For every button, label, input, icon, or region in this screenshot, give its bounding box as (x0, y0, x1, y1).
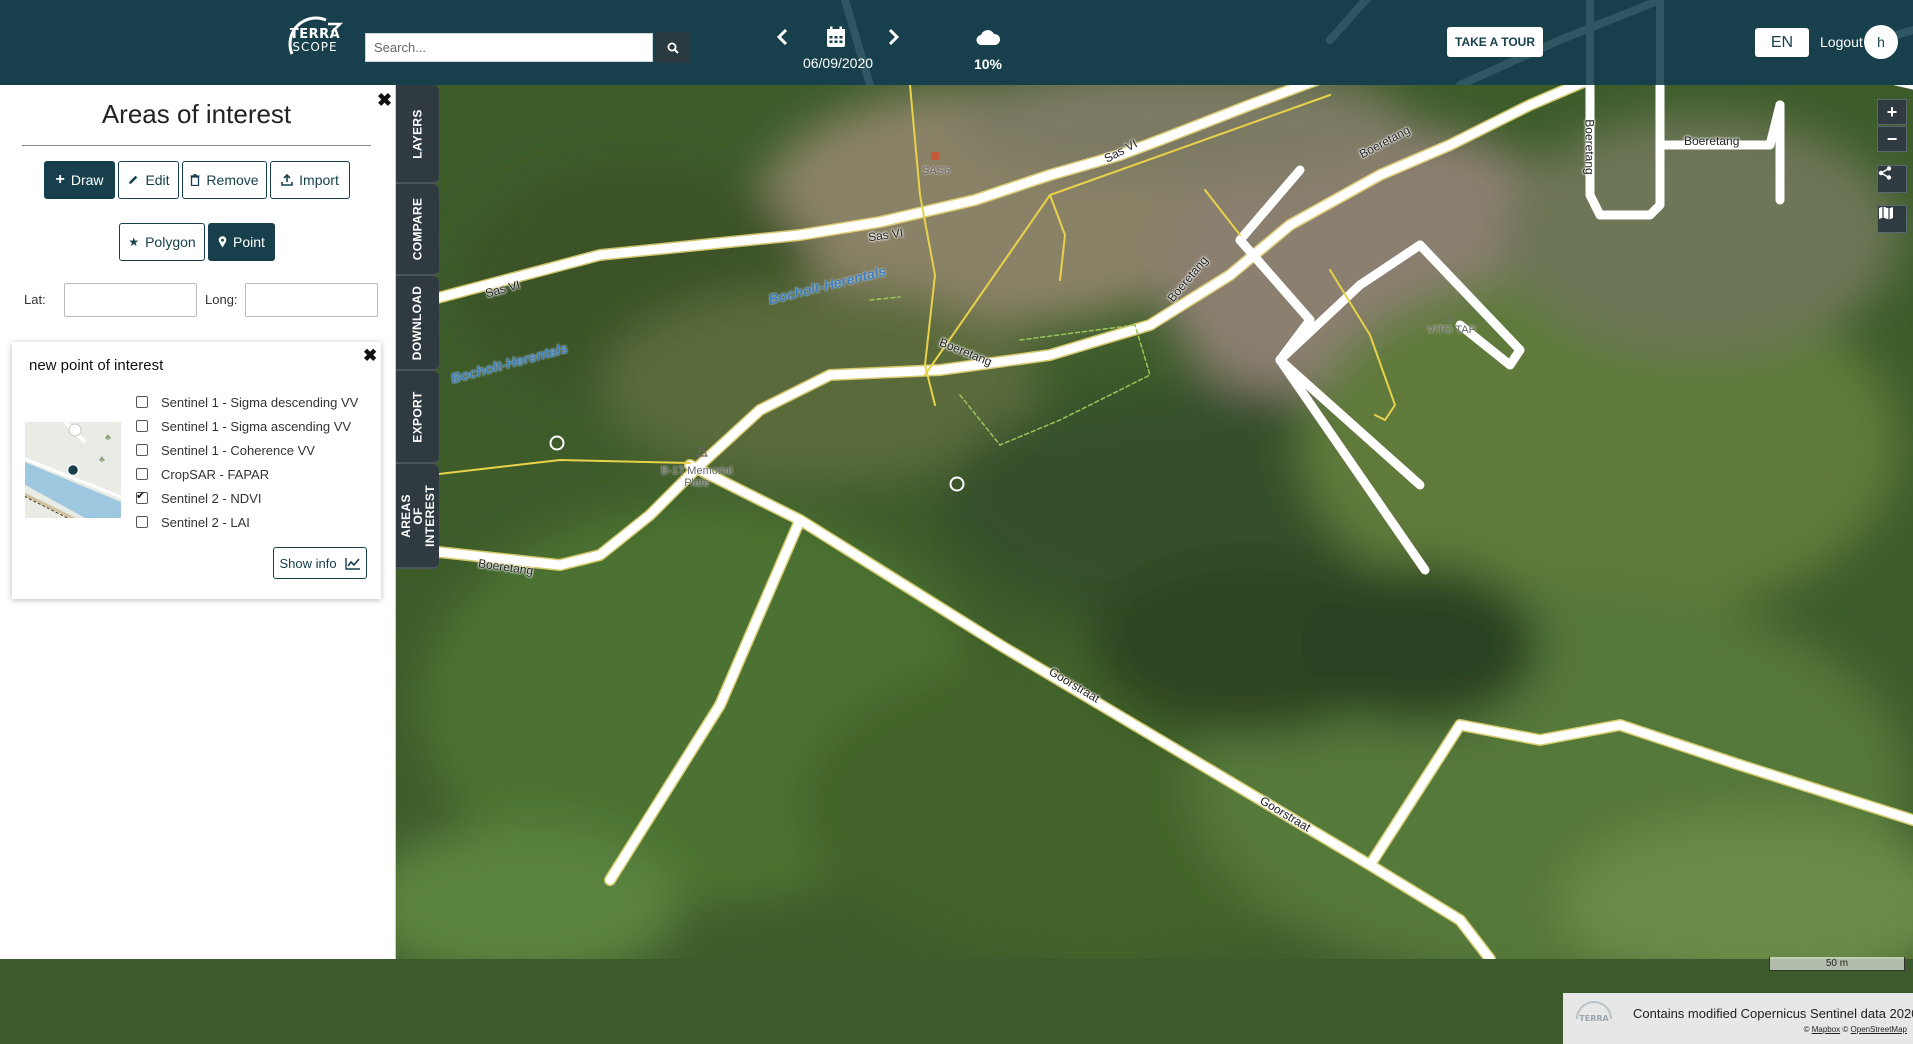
layer-checkbox[interactable] (136, 444, 148, 456)
chevron-left-icon (776, 28, 788, 46)
lat-label: Lat: (24, 292, 46, 307)
share-icon (1878, 166, 1892, 180)
layer-checkbox[interactable] (136, 396, 148, 408)
calendar-icon (827, 26, 845, 47)
divider (22, 145, 371, 146)
show-info-button[interactable]: Show info (273, 547, 367, 579)
layer-checkbox[interactable] (136, 420, 148, 432)
map-label-boeretang: Boeretang (1582, 119, 1597, 175)
terrascope-logo-icon: TERRA (1576, 1001, 1612, 1023)
attribution-links: © Mapbox © OpenStreetMap (1803, 1025, 1907, 1034)
layer-row[interactable]: Sentinel 2 - LAI (136, 513, 250, 531)
basemap-button[interactable] (1877, 205, 1907, 233)
layer-row[interactable]: CropSAR - FAPAR (136, 465, 269, 483)
previous-date-button[interactable] (772, 26, 792, 48)
search-button[interactable] (656, 32, 690, 63)
search-input[interactable] (365, 33, 653, 62)
logout-link[interactable]: Logout (1820, 34, 1863, 50)
map-icon (1879, 206, 1893, 220)
take-tour-button[interactable]: TAKE A TOUR (1447, 27, 1543, 57)
map-label-boeretang: Boeretang (1684, 134, 1740, 148)
chevron-right-icon (888, 28, 900, 46)
logo-line2: SCOPE (292, 40, 338, 54)
scale-bar: 50 m (1769, 957, 1905, 971)
cloud-cover-value: 10% (973, 56, 1003, 72)
top-bar: TERRA SCOPE 06/09/2020 10% TAKE A TOUR E… (0, 0, 1913, 85)
remove-button[interactable]: Remove (182, 161, 267, 199)
layer-checkbox[interactable] (136, 516, 148, 528)
tab-layers[interactable]: LAYERS (396, 85, 439, 184)
map-label-vito-tap: VITO TAP (1427, 324, 1476, 336)
search-icon (667, 42, 679, 54)
areas-of-interest-panel: ✖ Areas of interest + Draw Edit Remove Im… (0, 85, 396, 959)
panel-title: Areas of interest (101, 99, 292, 129)
upload-icon (281, 174, 293, 186)
layer-row[interactable]: Sentinel 1 - Sigma descending VV (136, 393, 358, 411)
import-button[interactable]: Import (270, 161, 350, 199)
polygon-button[interactable]: ★ Polygon (119, 223, 205, 261)
map-label-memorial: B-17 Memorial Plate (661, 465, 733, 489)
layer-checkbox[interactable] (136, 468, 148, 480)
edit-button[interactable]: Edit (118, 161, 179, 199)
lat-input[interactable] (64, 283, 197, 317)
attribution-text: Contains modified Copernicus Sentinel da… (1633, 1006, 1913, 1021)
zoom-out-button[interactable]: − (1877, 126, 1907, 152)
cloud-icon[interactable] (976, 28, 1000, 46)
svg-text:♣: ♣ (99, 454, 105, 464)
share-button[interactable] (1877, 165, 1907, 193)
tab-download[interactable]: DOWNLOAD (396, 276, 439, 371)
calendar-button[interactable] (826, 26, 848, 48)
language-button[interactable]: EN (1755, 28, 1809, 57)
svg-text:♣: ♣ (105, 432, 111, 442)
layer-row[interactable]: Sentinel 2 - NDVI (136, 489, 261, 507)
point-button[interactable]: Point (208, 223, 275, 261)
avatar[interactable]: h (1864, 25, 1898, 59)
close-poi-button[interactable]: ✖ (363, 346, 377, 366)
mapbox-link[interactable]: Mapbox (1812, 1025, 1840, 1034)
layer-checkbox[interactable] (136, 489, 148, 504)
attribution-box: TERRA Contains modified Copernicus Senti… (1563, 993, 1913, 1044)
plus-icon: + (55, 171, 65, 188)
trash-icon (190, 174, 200, 186)
tab-compare[interactable]: COMPARE (396, 184, 439, 276)
layer-row[interactable]: Sentinel 1 - Sigma ascending VV (136, 417, 351, 435)
star-icon: ★ (128, 235, 140, 249)
current-date[interactable]: 06/09/2020 (790, 55, 886, 71)
terrascope-logo[interactable]: TERRA SCOPE (282, 14, 348, 70)
long-input[interactable] (245, 283, 378, 317)
layer-row[interactable]: Sentinel 1 - Coherence VV (136, 441, 315, 459)
next-date-button[interactable] (884, 26, 904, 48)
poi-thumbnail: ♣ ♣ (25, 422, 121, 518)
poi-location-marker (66, 463, 80, 477)
map-marker-icon (218, 236, 227, 248)
poi-card-title: new point of interest (29, 357, 164, 374)
long-label: Long: (205, 292, 238, 307)
poi-card: new point of interest ✖ ♣ ♣ Sentinel 1 -… (12, 342, 381, 599)
draw-button[interactable]: + Draw (44, 161, 115, 199)
zoom-in-button[interactable]: + (1877, 99, 1907, 125)
map-label-sas6: SAS6 (922, 165, 951, 177)
tab-export[interactable]: EXPORT (396, 371, 439, 464)
line-chart-icon (344, 557, 360, 570)
pencil-icon (129, 175, 138, 184)
osm-link[interactable]: OpenStreetMap (1851, 1025, 1907, 1034)
svg-text:TERRA: TERRA (1579, 1014, 1609, 1023)
tab-areas-of-interest[interactable]: AREAS OF INTEREST (396, 464, 439, 569)
